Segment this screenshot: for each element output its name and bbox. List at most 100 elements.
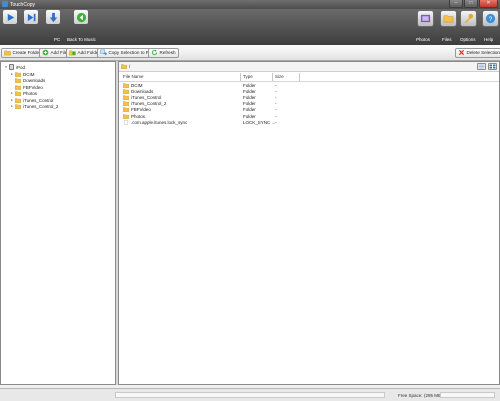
file-row[interactable]: DCIM Folder - — [123, 83, 493, 89]
file-name: Photos — [131, 113, 146, 119]
close-button[interactable]: ✕ — [479, 0, 498, 8]
skip-forward-button[interactable] — [24, 10, 38, 24]
delete-selection-button[interactable]: Delete Selection — [455, 47, 500, 58]
main-toolbar: PC Back To Music ? Photos Files Options … — [0, 9, 500, 45]
add-file-label: Add File — [50, 50, 68, 55]
column-divider[interactable] — [299, 73, 300, 81]
back-to-music-button[interactable] — [74, 10, 88, 24]
column-divider[interactable] — [272, 73, 273, 81]
play-button[interactable] — [3, 10, 17, 24]
help-button[interactable]: ? — [482, 10, 499, 27]
download-button[interactable] — [46, 10, 60, 24]
free-space-label: Free Space: — [398, 392, 423, 398]
tree-node-label: DCIM — [23, 71, 35, 77]
file-size: - — [275, 119, 277, 125]
folder-icon — [15, 90, 21, 96]
file-size: - — [275, 107, 277, 113]
header-divider — [119, 81, 499, 82]
tree-node-itunes-control-2[interactable]: ▸ iTunes_Control_2 — [10, 103, 58, 109]
details-view-button[interactable] — [477, 63, 486, 70]
file-name-cell: Photos — [123, 114, 145, 119]
tree-node-downloads[interactable]: Downloads — [15, 77, 45, 83]
file-row[interactable]: Downloads Folder - — [123, 89, 493, 95]
help-icon: ? — [485, 13, 496, 24]
tree-node-label: iTunes_Control_2 — [23, 103, 59, 109]
file-row[interactable]: FBFVideo Folder - — [123, 107, 493, 113]
new-folder-icon — [4, 49, 11, 56]
photos-label: Photos — [416, 37, 431, 42]
back-to-music-label: Back To Music — [67, 37, 96, 42]
download-arrow-icon — [49, 12, 57, 22]
folder-icon — [123, 95, 129, 101]
folder-icon — [15, 84, 21, 90]
expand-toggle-icon[interactable]: ▸ — [10, 104, 14, 108]
file-name-cell: .com.apple.itunes.lock_sync — [123, 120, 187, 125]
folder-icon — [15, 103, 21, 109]
transfer-progress-bar — [115, 392, 385, 398]
status-bar: Free Space: (295 MB) — [0, 388, 500, 401]
details-view-icon — [478, 64, 485, 69]
path-bar: / — [119, 62, 499, 72]
window-titlebar: TouchCopy – □ ✕ — [0, 0, 500, 9]
tree-node-label: Photos — [23, 90, 38, 96]
copy-selection-to-pc-label: Copy Selection to PC — [108, 50, 153, 55]
column-header-type[interactable]: Type — [243, 74, 253, 80]
folder-icon — [123, 107, 129, 113]
pc-label: PC — [54, 37, 61, 42]
folder-icon — [123, 113, 129, 119]
file-size: - — [275, 113, 277, 119]
file-name-cell: iTunes_Control_2 — [123, 101, 166, 106]
files-label: Files — [442, 37, 452, 42]
help-label: Help — [484, 37, 494, 42]
file-name: FBFVideo — [131, 107, 151, 113]
ipod-icon — [9, 64, 14, 70]
expand-toggle-icon[interactable]: ▸ — [10, 98, 14, 102]
create-folder-button[interactable]: Create Folder — [1, 47, 44, 58]
file-size: - — [275, 89, 277, 95]
photos-button[interactable] — [417, 10, 434, 27]
folder-icon — [15, 71, 21, 77]
file-row[interactable]: iTunes_Control Folder - — [123, 95, 493, 101]
files-icon — [443, 15, 454, 23]
refresh-label: Refresh — [159, 50, 176, 55]
folder-icon — [15, 77, 21, 83]
options-button[interactable] — [460, 10, 477, 27]
skip-forward-icon — [27, 13, 35, 21]
tree-node-root[interactable]: ▾ iPod — [4, 64, 25, 70]
file-size: - — [275, 101, 277, 107]
file-type: Folder — [243, 101, 256, 107]
file-row[interactable]: iTunes_Control_2 Folder - — [123, 101, 493, 107]
thumbnail-view-icon — [489, 64, 496, 69]
file-name-cell: Downloads — [123, 89, 153, 94]
column-header-size[interactable]: Size — [275, 74, 284, 80]
tree-node-photos[interactable]: ▸ Photos — [10, 90, 37, 96]
column-header-name[interactable]: File Name — [123, 74, 144, 80]
svg-text:?: ? — [489, 16, 493, 23]
file-row[interactable]: .com.apple.itunes.lock_sync LOCK_SYNC ...… — [123, 120, 493, 126]
photos-icon — [420, 14, 431, 23]
file-name: iTunes_Control_2 — [131, 101, 167, 107]
files-button[interactable] — [440, 10, 457, 27]
file-name: .com.apple.itunes.lock_sync — [131, 119, 188, 125]
thumbnail-view-button[interactable] — [488, 63, 497, 70]
expand-toggle-icon[interactable]: ▸ — [10, 91, 14, 95]
maximize-button[interactable]: □ — [464, 0, 478, 8]
file-icon — [123, 119, 129, 125]
collapse-toggle-icon[interactable]: ▾ — [4, 65, 8, 69]
action-bar: Create Folder Add File Add Folder Copy S… — [0, 45, 500, 61]
window-controls: – □ ✕ — [449, 0, 498, 8]
column-divider[interactable] — [240, 73, 241, 81]
window-title: TouchCopy — [10, 1, 36, 8]
tree-node-label: iPod — [16, 64, 26, 70]
folder-icon — [15, 97, 21, 103]
file-name: iTunes_Control — [131, 95, 162, 101]
file-type: Folder — [243, 95, 256, 101]
expand-toggle-icon[interactable]: ▸ — [10, 72, 14, 76]
file-row[interactable]: Photos Folder - — [123, 114, 493, 120]
file-type: Folder — [243, 89, 256, 95]
refresh-button[interactable]: Refresh — [148, 47, 179, 58]
minimize-button[interactable]: – — [449, 0, 463, 8]
file-name-cell: iTunes_Control — [123, 95, 161, 100]
file-type: Folder — [243, 113, 256, 119]
copy-selection-to-pc-button[interactable]: Copy Selection to PC — [97, 47, 156, 58]
